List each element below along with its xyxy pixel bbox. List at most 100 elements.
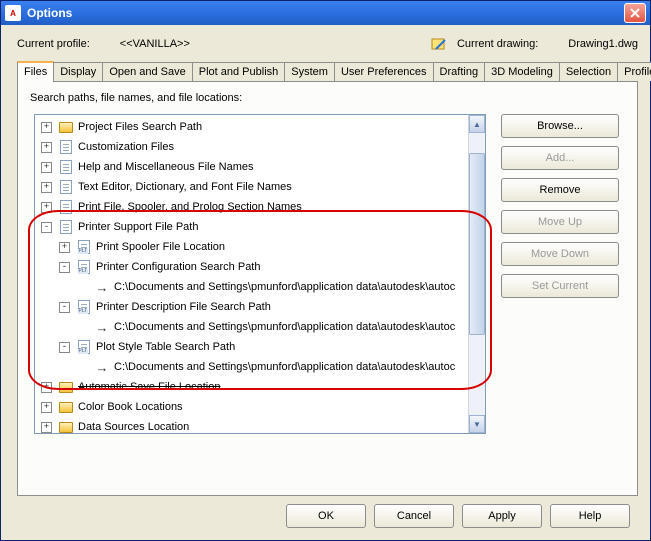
collapse-toggle[interactable]: - xyxy=(59,262,70,273)
scroll-track[interactable] xyxy=(469,133,485,415)
remove-button[interactable]: Remove xyxy=(501,178,619,202)
tree-node[interactable]: + Help and Miscellaneous File Names xyxy=(37,157,466,177)
file-icon xyxy=(58,139,74,155)
tree-node[interactable]: → C:\Documents and Settings\pmunford\appl… xyxy=(73,277,466,297)
tree-node-label: Printer Support File Path xyxy=(78,221,198,233)
path-arrow-icon: → xyxy=(94,319,110,335)
tree-node-label: Print File, Spooler, and Prolog Section … xyxy=(78,201,302,213)
path-arrow-icon: → xyxy=(94,359,110,375)
path-arrow-icon: → xyxy=(94,279,110,295)
footer-buttons: OK Cancel Apply Help xyxy=(286,504,630,528)
folder-icon xyxy=(58,379,74,395)
tab-display[interactable]: Display xyxy=(53,62,103,81)
tree-node[interactable]: - Plot Style Table Search Path xyxy=(55,337,466,357)
tree-node[interactable]: - Printer Configuration Search Path xyxy=(55,257,466,277)
tree-node-label: Printer Configuration Search Path xyxy=(96,261,260,273)
expand-toggle[interactable]: + xyxy=(41,382,52,393)
plotter-file-icon xyxy=(76,239,92,255)
expand-toggle[interactable]: + xyxy=(41,202,52,213)
tab-system[interactable]: System xyxy=(284,62,335,81)
cancel-button[interactable]: Cancel xyxy=(374,504,454,528)
tree-node[interactable]: - Printer Description File Search Path xyxy=(55,297,466,317)
tree-node[interactable]: + Customization Files xyxy=(37,137,466,157)
ok-button[interactable]: OK xyxy=(286,504,366,528)
autocad-app-icon: A xyxy=(5,5,21,21)
folder-icon xyxy=(58,399,74,415)
tree-node-label: Data Sources Location xyxy=(78,421,189,433)
scroll-up-button[interactable]: ▲ xyxy=(469,115,485,133)
tab-open-and-save[interactable]: Open and Save xyxy=(102,62,192,81)
tree-node[interactable]: + Data Sources Location xyxy=(37,417,466,433)
tab-selection[interactable]: Selection xyxy=(559,62,618,81)
folder-icon xyxy=(58,419,74,433)
tree-node-label: Help and Miscellaneous File Names xyxy=(78,161,253,173)
tree-node[interactable]: + Automatic Save File Location xyxy=(37,377,466,397)
move-down-button[interactable]: Move Down xyxy=(501,242,619,266)
tree-node[interactable]: + Print Spooler File Location xyxy=(55,237,466,257)
tree-node-label: C:\Documents and Settings\pmunford\appli… xyxy=(114,281,455,293)
tab-user-preferences[interactable]: User Preferences xyxy=(334,62,434,81)
close-button[interactable] xyxy=(624,3,646,23)
tree-node-label: C:\Documents and Settings\pmunford\appli… xyxy=(114,361,455,373)
tree-scrollbar[interactable]: ▲ ▼ xyxy=(468,115,485,433)
profile-row: Current profile: <<VANILLA>> Current dra… xyxy=(17,33,638,55)
tree-node-label: Color Book Locations xyxy=(78,401,183,413)
tab-3d-modeling[interactable]: 3D Modeling xyxy=(484,62,560,81)
file-icon xyxy=(58,179,74,195)
tab-drafting[interactable]: Drafting xyxy=(433,62,486,81)
tree-node[interactable]: + Print File, Spooler, and Prolog Section… xyxy=(37,197,466,217)
current-profile-name: <<VANILLA>> xyxy=(120,38,190,50)
tree-node[interactable]: +Project Files Search Path xyxy=(37,117,466,137)
add-button[interactable]: Add... xyxy=(501,146,619,170)
options-dialog: A Options Current profile: <<VANILLA>> C… xyxy=(0,0,651,541)
expand-toggle[interactable]: + xyxy=(41,402,52,413)
plotter-file-icon xyxy=(76,299,92,315)
tree-node-label: Print Spooler File Location xyxy=(96,241,225,253)
scroll-down-button[interactable]: ▼ xyxy=(469,415,485,433)
tree-node[interactable]: + Color Book Locations xyxy=(37,397,466,417)
tab-plot-and-publish[interactable]: Plot and Publish xyxy=(192,62,286,81)
expand-toggle[interactable]: + xyxy=(41,182,52,193)
current-drawing-label: Current drawing: xyxy=(457,38,538,50)
expand-toggle[interactable]: + xyxy=(41,142,52,153)
tree-node-label: Customization Files xyxy=(78,141,174,153)
collapse-toggle[interactable]: - xyxy=(41,222,52,233)
scroll-thumb[interactable] xyxy=(469,153,485,335)
plotter-file-icon xyxy=(76,339,92,355)
tree-node[interactable]: + Text Editor, Dictionary, and Font File … xyxy=(37,177,466,197)
tree-node[interactable]: → C:\Documents and Settings\pmunford\appl… xyxy=(73,317,466,337)
expand-toggle[interactable]: + xyxy=(59,242,70,253)
files-tab-panel: Search paths, file names, and file locat… xyxy=(17,81,638,496)
close-icon xyxy=(630,8,640,18)
current-profile-label: Current profile: xyxy=(17,38,90,50)
tab-files[interactable]: Files xyxy=(17,61,54,82)
drawing-icon xyxy=(431,36,447,52)
tab-profiles[interactable]: Profiles xyxy=(617,62,651,81)
expand-toggle[interactable]: + xyxy=(41,422,52,433)
collapse-toggle[interactable]: - xyxy=(59,302,70,313)
tree-node[interactable]: → C:\Documents and Settings\pmunford\appl… xyxy=(73,357,466,377)
tree-node-label: Text Editor, Dictionary, and Font File N… xyxy=(78,181,292,193)
help-button[interactable]: Help xyxy=(550,504,630,528)
action-buttons: Browse... Add... Remove Move Up Move Dow… xyxy=(501,114,619,298)
set-current-button[interactable]: Set Current xyxy=(501,274,619,298)
move-up-button[interactable]: Move Up xyxy=(501,210,619,234)
folder-icon xyxy=(58,119,74,135)
expand-toggle[interactable]: + xyxy=(41,162,52,173)
paths-tree[interactable]: +Project Files Search Path+Customization… xyxy=(34,114,486,434)
expand-toggle[interactable]: + xyxy=(41,122,52,133)
apply-button[interactable]: Apply xyxy=(462,504,542,528)
current-drawing-name: Drawing1.dwg xyxy=(568,38,638,50)
collapse-toggle[interactable]: - xyxy=(59,342,70,353)
tree-node-label: Plot Style Table Search Path xyxy=(96,341,235,353)
tree-node[interactable]: - Printer Support File Path xyxy=(37,217,466,237)
plotter-file-icon xyxy=(76,259,92,275)
file-icon xyxy=(58,159,74,175)
tree-node-label: C:\Documents and Settings\pmunford\appli… xyxy=(114,321,455,333)
panel-caption: Search paths, file names, and file locat… xyxy=(30,92,625,104)
file-icon xyxy=(58,199,74,215)
tree-node-label: Automatic Save File Location xyxy=(78,381,220,393)
titlebar: A Options xyxy=(1,1,650,25)
tree-node-label: Printer Description File Search Path xyxy=(96,301,271,313)
browse-button[interactable]: Browse... xyxy=(501,114,619,138)
